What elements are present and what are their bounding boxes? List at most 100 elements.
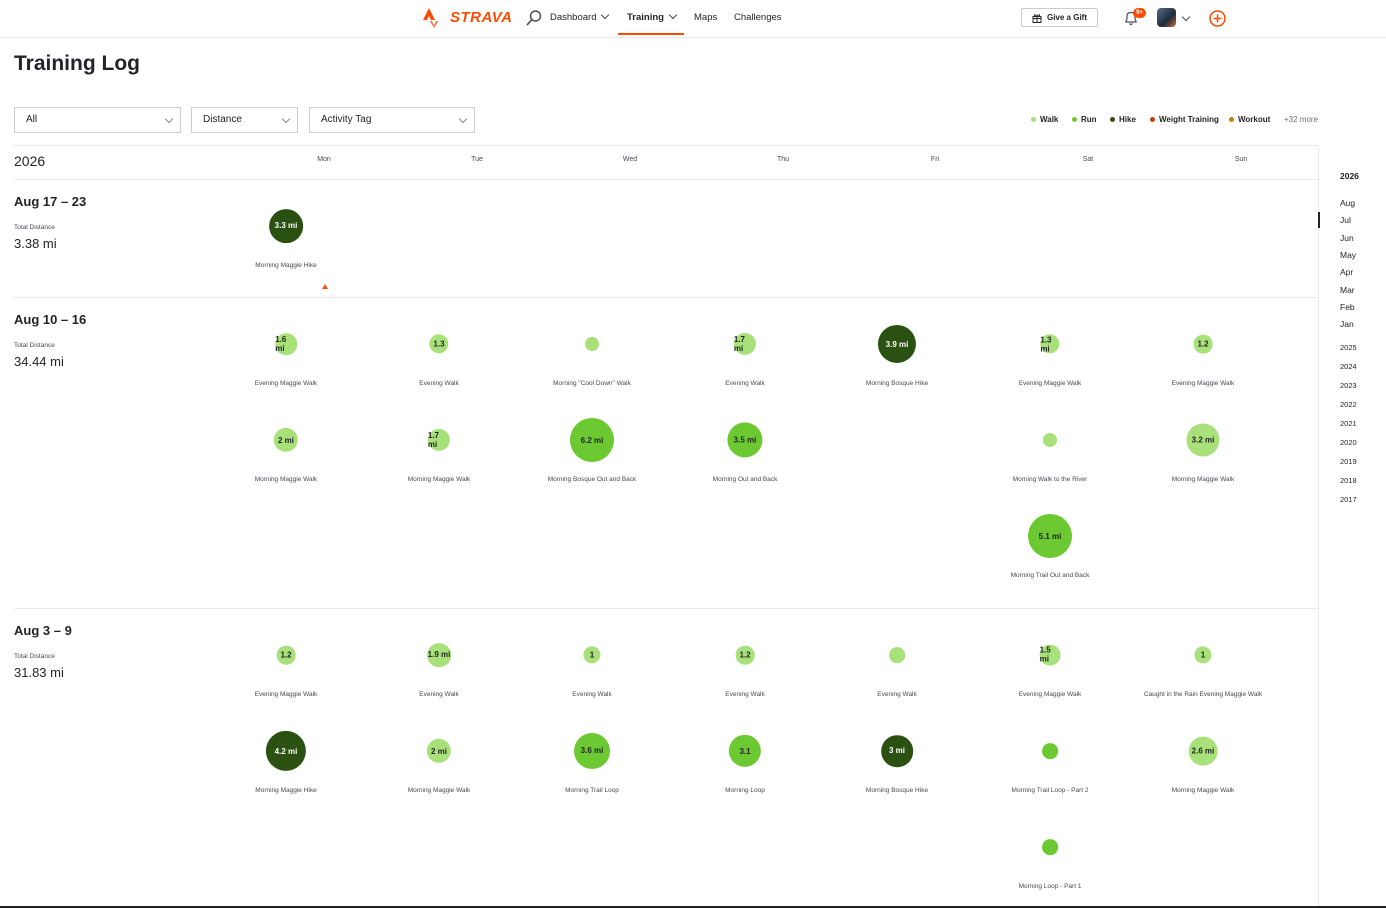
activity-name[interactable]: Morning Bosque Hike — [866, 787, 928, 794]
sidebar-year-2019[interactable]: 2019 — [1340, 457, 1357, 466]
activity-name[interactable]: Morning Bosque Hike — [866, 380, 928, 387]
nav-maps[interactable]: Maps — [694, 0, 717, 36]
strava-logo-icon[interactable] — [422, 8, 440, 28]
legend-more-link[interactable]: +32 more — [1284, 115, 1318, 124]
activity-name[interactable]: Morning Maggie Walk — [255, 476, 318, 483]
activity-name[interactable]: Evening Walk — [725, 380, 765, 387]
activity-name[interactable]: Morning "Cool Down" Walk — [553, 380, 631, 387]
nav-training[interactable]: Training — [618, 0, 684, 35]
activity-bubble[interactable]: 1.3 mi — [1040, 334, 1060, 354]
sidebar-month-may[interactable]: May — [1340, 250, 1356, 260]
activity-bubble[interactable]: 6.2 mi — [570, 418, 614, 462]
metric-select[interactable]: Distance — [191, 107, 298, 133]
activity-bubble[interactable] — [1042, 743, 1058, 759]
activity-name[interactable]: Evening Maggie Walk — [255, 380, 318, 387]
activity-bubble[interactable]: 1 — [583, 646, 601, 664]
activity-name[interactable]: Evening Walk — [725, 691, 765, 698]
sidebar-month-mar[interactable]: Mar — [1340, 285, 1355, 295]
activity-name[interactable]: Evening Walk — [419, 691, 459, 698]
strava-wordmark[interactable]: STRAVA — [450, 9, 512, 26]
activity-bubble[interactable]: 1.2 — [735, 645, 755, 665]
activity-bubble[interactable]: 1.5 mi — [1039, 644, 1061, 666]
activity-name[interactable]: Morning Maggie Hike — [255, 262, 316, 269]
activity-bubble[interactable]: 3 mi — [881, 735, 913, 767]
activity-name[interactable]: Morning Maggie Hike — [255, 787, 316, 794]
activity-name[interactable]: Evening Walk — [419, 380, 459, 387]
sidebar-year-current[interactable]: 2026 — [1340, 171, 1359, 181]
sidebar-year-2020[interactable]: 2020 — [1340, 438, 1357, 447]
activity-name[interactable]: Morning Loop — [725, 787, 765, 794]
activity-name[interactable]: Caught in the Rain Evening Maggie Walk — [1144, 691, 1262, 698]
activity-bubble[interactable]: 3.3 mi — [269, 209, 303, 243]
activity-name[interactable]: Morning Walk to the River — [1013, 476, 1088, 483]
activity-bubble[interactable]: 3.2 mi — [1186, 423, 1220, 457]
legend-item-workout[interactable]: Workout — [1229, 115, 1270, 124]
search-icon[interactable] — [525, 9, 543, 27]
sidebar-month-jun[interactable]: Jun — [1340, 233, 1354, 243]
sidebar-month-apr[interactable]: Apr — [1340, 267, 1353, 277]
activity-bubble[interactable]: 1.3 — [429, 334, 449, 354]
nav-dashboard[interactable]: Dashboard — [550, 0, 610, 36]
sidebar-year-2022[interactable]: 2022 — [1340, 400, 1357, 409]
give-a-gift-button[interactable]: Give a Gift — [1021, 8, 1098, 27]
activity-bubble[interactable]: 2 mi — [426, 738, 452, 764]
activity-name[interactable]: Morning Trail Loop — [565, 787, 619, 794]
activity-bubble[interactable]: 3.9 mi — [877, 324, 917, 364]
activity-name[interactable]: Evening Maggie Walk — [1019, 691, 1082, 698]
sidebar-month-jan[interactable]: Jan — [1340, 319, 1354, 329]
activity-name[interactable]: Morning Trail Out and Back — [1011, 572, 1090, 579]
activity-name[interactable]: Evening Maggie Walk — [1019, 380, 1082, 387]
sidebar-month-feb[interactable]: Feb — [1340, 302, 1355, 312]
activity-bubble[interactable]: 1 — [1194, 646, 1212, 664]
week-range[interactable]: Aug 10 – 16 — [14, 312, 86, 327]
chevron-down-icon[interactable] — [1181, 12, 1191, 22]
legend-item-walk[interactable]: Walk — [1031, 115, 1058, 124]
activity-bubble[interactable]: 3.5 mi — [727, 422, 763, 458]
activity-bubble[interactable] — [1043, 433, 1057, 447]
activity-name[interactable]: Evening Walk — [572, 691, 612, 698]
activity-bubble[interactable]: 2.6 mi — [1188, 736, 1218, 766]
activity-bubble[interactable]: 1.2 — [276, 645, 296, 665]
activity-name[interactable]: Morning Maggie Walk — [1172, 476, 1235, 483]
activity-name[interactable]: Evening Maggie Walk — [1172, 380, 1235, 387]
sidebar-year-2017[interactable]: 2017 — [1340, 495, 1357, 504]
sidebar-year-2025[interactable]: 2025 — [1340, 343, 1357, 352]
activity-bubble[interactable]: 2 mi — [273, 427, 299, 453]
legend-item-hike[interactable]: Hike — [1110, 115, 1136, 124]
sidebar-year-2023[interactable]: 2023 — [1340, 381, 1357, 390]
activity-name[interactable]: Morning Loop - Part 1 — [1019, 883, 1082, 890]
activity-name[interactable]: Morning Maggie Walk — [408, 476, 471, 483]
activity-bubble[interactable]: 4.2 mi — [265, 730, 307, 772]
activity-bubble[interactable]: 1.7 mi — [427, 428, 451, 452]
sidebar-month-jul[interactable]: Jul — [1340, 215, 1351, 225]
activity-name[interactable]: Evening Maggie Walk — [255, 691, 318, 698]
add-activity-icon[interactable] — [1209, 10, 1226, 27]
sidebar-year-2021[interactable]: 2021 — [1340, 419, 1357, 428]
sidebar-month-aug[interactable]: Aug — [1340, 198, 1355, 208]
activity-bubble[interactable]: 3.6 mi — [574, 733, 610, 769]
activity-bubble[interactable] — [585, 337, 599, 351]
avatar[interactable] — [1157, 8, 1176, 27]
activity-bubble[interactable]: 1.9 mi — [427, 643, 451, 667]
activity-bubble[interactable]: 1.2 — [1193, 334, 1213, 354]
activity-name[interactable]: Morning Maggie Walk — [1172, 787, 1235, 794]
nav-challenges[interactable]: Challenges — [734, 0, 782, 36]
legend-item-run[interactable]: Run — [1072, 115, 1097, 124]
activity-bubble[interactable] — [889, 647, 905, 663]
activity-name[interactable]: Morning Trail Loop - Part 2 — [1012, 787, 1089, 794]
activity-tag-select[interactable]: Activity Tag — [309, 107, 475, 133]
activity-bubble[interactable]: 3.1 — [728, 734, 762, 768]
activity-name[interactable]: Evening Walk — [877, 691, 917, 698]
sport-type-select[interactable]: All — [14, 107, 181, 133]
sidebar-year-2018[interactable]: 2018 — [1340, 476, 1357, 485]
activity-bubble[interactable] — [1042, 839, 1058, 855]
activity-name[interactable]: Morning Out and Back — [713, 476, 778, 483]
week-range[interactable]: Aug 17 – 23 — [14, 194, 86, 209]
activity-name[interactable]: Morning Maggie Walk — [408, 787, 471, 794]
activity-bubble[interactable]: 1.7 mi — [733, 332, 757, 356]
sidebar-year-2024[interactable]: 2024 — [1340, 362, 1357, 371]
activity-name[interactable]: Morning Bosque Out and Back — [548, 476, 637, 483]
legend-item-weight-training[interactable]: Weight Training — [1150, 115, 1219, 124]
activity-bubble[interactable]: 1.6 mi — [275, 333, 297, 355]
activity-bubble[interactable]: 5.1 mi — [1028, 514, 1072, 558]
